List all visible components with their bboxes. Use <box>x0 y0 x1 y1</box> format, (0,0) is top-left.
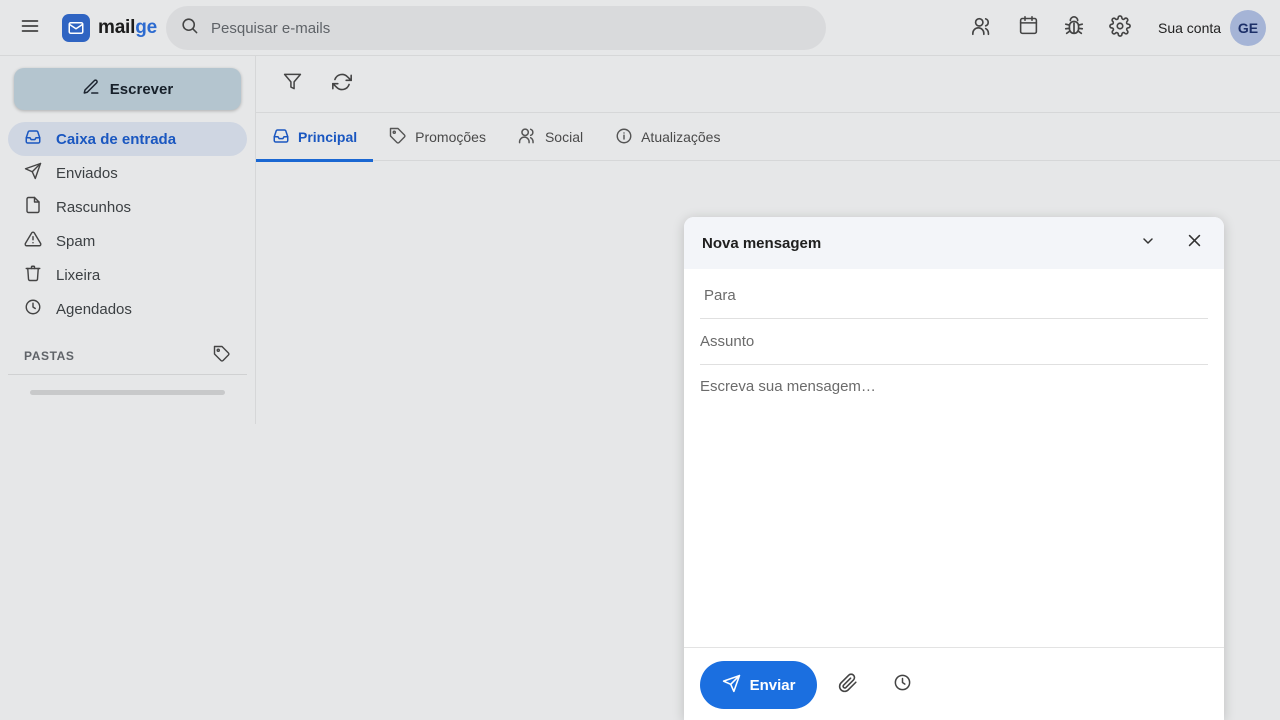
message-body[interactable] <box>700 378 1208 638</box>
folders-label: PASTAS <box>24 349 75 363</box>
file-icon <box>24 196 42 218</box>
sidebar-item-spam[interactable]: Spam <box>8 224 247 258</box>
sidebar-scrollbar[interactable] <box>30 390 225 395</box>
clock-icon <box>893 673 912 697</box>
search-bar[interactable] <box>166 6 826 50</box>
minimize-button[interactable] <box>1135 230 1161 256</box>
sidebar-item-inbox[interactable]: Caixa de entrada <box>8 122 247 156</box>
mail-logo-icon <box>62 14 90 42</box>
avatar[interactable]: GE <box>1230 10 1266 46</box>
tab-label: Promoções <box>415 129 486 145</box>
calendar-button[interactable] <box>1012 12 1044 44</box>
sidebar-item-label: Agendados <box>56 300 132 318</box>
paperclip-icon <box>838 672 858 698</box>
brand-name-part2: ge <box>135 17 157 38</box>
search-input[interactable] <box>211 19 771 37</box>
tab-social[interactable]: Social <box>502 113 599 161</box>
tab-promocoes[interactable]: Promoções <box>373 113 502 161</box>
compose-header: Nova mensagem <box>684 217 1224 269</box>
tab-label: Social <box>544 129 584 145</box>
compose-label: Escrever <box>109 80 174 98</box>
sidebar-item-scheduled[interactable]: Agendados <box>8 292 247 326</box>
sidebar: Escrever Caixa de entrada Enviados Rascu… <box>0 56 256 424</box>
send-label: Enviar <box>749 676 796 694</box>
menu-icon <box>20 16 40 41</box>
refresh-icon <box>332 72 352 97</box>
to-field[interactable] <box>704 273 1208 318</box>
inbox-icon <box>272 127 290 148</box>
filter-button[interactable] <box>276 68 308 100</box>
attach-button[interactable] <box>833 670 863 700</box>
sidebar-item-label: Enviados <box>56 164 118 182</box>
users-icon <box>518 126 537 148</box>
sidebar-item-label: Caixa de entrada <box>56 130 177 148</box>
tab-principal[interactable]: Principal <box>256 113 374 162</box>
sidebar-item-trash[interactable]: Lixeira <box>8 258 247 292</box>
trash-icon <box>24 264 42 286</box>
contacts-icon <box>971 15 993 42</box>
sidebar-item-drafts[interactable]: Rascunhos <box>8 190 247 224</box>
info-icon <box>615 127 633 148</box>
to-field-row <box>700 273 1208 319</box>
pencil-icon <box>82 78 100 100</box>
compose-button[interactable]: Escrever <box>14 68 241 110</box>
tab-label: Atualizações <box>641 129 721 145</box>
tag-icon <box>389 127 407 148</box>
close-button[interactable] <box>1181 230 1207 256</box>
sidebar-nav: Caixa de entrada Enviados Rascunhos Spam… <box>8 122 247 326</box>
menu-button[interactable] <box>14 12 46 44</box>
bug-report-button[interactable] <box>1058 12 1090 44</box>
refresh-button[interactable] <box>326 68 358 100</box>
bug-icon <box>1063 15 1085 42</box>
compose-footer: Enviar <box>684 647 1224 720</box>
sidebar-item-label: Spam <box>56 232 96 250</box>
mail-toolbar <box>256 56 1280 113</box>
send-icon <box>24 162 42 184</box>
folders-header: PASTAS <box>8 338 247 375</box>
compose-dialog: Nova mensagem Enviar <box>684 217 1224 720</box>
account-label[interactable]: Sua conta <box>1158 20 1221 36</box>
subject-field[interactable] <box>700 319 1208 364</box>
tab-atualizacoes[interactable]: Atualizações <box>599 113 736 161</box>
chevron-down-icon <box>1140 233 1156 254</box>
top-bar: mailge Sua conta GE <box>0 0 1280 56</box>
tag-icon[interactable] <box>213 345 231 368</box>
filter-icon <box>283 72 302 96</box>
calendar-icon <box>1018 15 1039 41</box>
sidebar-item-label: Rascunhos <box>56 198 132 216</box>
brand-name-part1: mail <box>98 17 136 38</box>
inbox-icon <box>24 128 42 150</box>
settings-button[interactable] <box>1104 12 1136 44</box>
sidebar-item-sent[interactable]: Enviados <box>8 156 247 190</box>
schedule-send-button[interactable] <box>887 670 917 700</box>
warning-icon <box>24 230 42 252</box>
subject-field-row <box>700 319 1208 365</box>
brand-name: mailge <box>98 17 157 39</box>
brand[interactable]: mailge <box>62 14 157 42</box>
send-button[interactable]: Enviar <box>700 661 817 709</box>
send-icon <box>722 674 741 697</box>
contacts-button[interactable] <box>966 12 998 44</box>
close-icon <box>1186 232 1203 254</box>
settings-icon <box>1109 14 1131 42</box>
search-icon <box>180 16 199 40</box>
sidebar-item-label: Lixeira <box>56 266 101 284</box>
compose-title: Nova mensagem <box>702 234 822 252</box>
clock-icon <box>24 298 42 320</box>
tab-label: Principal <box>298 129 358 145</box>
category-tabs: Principal Promoções Social Atualizações <box>256 113 1280 162</box>
